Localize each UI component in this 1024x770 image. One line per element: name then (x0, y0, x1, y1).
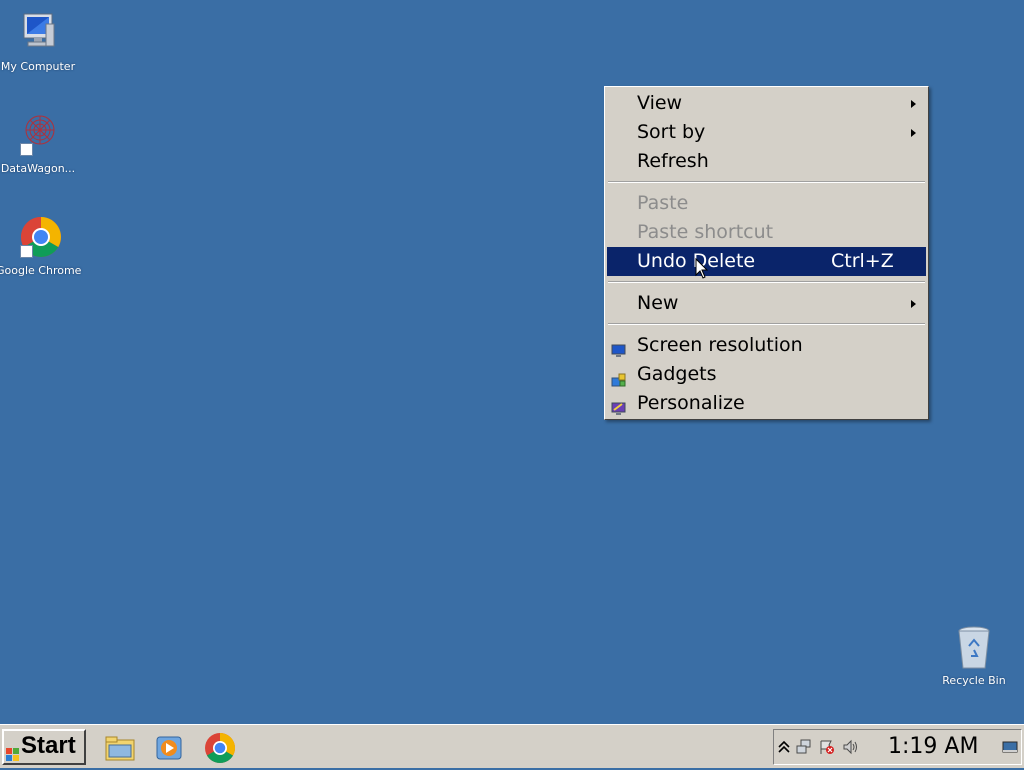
gadgets-icon (611, 367, 626, 387)
shortcut-arrow-icon (20, 143, 33, 156)
menu-item-label: Refresh (637, 150, 709, 172)
menu-item-personalize[interactable]: Personalize (607, 389, 926, 418)
menu-separator (608, 281, 925, 283)
media-player-icon[interactable] (153, 732, 185, 764)
menu-separator (608, 181, 925, 183)
desktop-icon-label: Google Chrome (0, 264, 82, 277)
desktop[interactable]: My Computer DataWagon... Google Chrome R… (0, 0, 1024, 724)
menu-item-label: New (637, 292, 679, 314)
personalize-icon (611, 396, 626, 415)
menu-item-label: Paste shortcut (637, 221, 774, 243)
menu-item-refresh[interactable]: Refresh (607, 147, 926, 176)
menu-item-label: View (637, 92, 683, 114)
volume-icon[interactable] (842, 739, 858, 755)
network-icon[interactable] (796, 739, 812, 755)
menu-item-label: Sort by (637, 121, 706, 143)
screen-resolution-icon (611, 338, 626, 357)
submenu-arrow-icon (911, 100, 916, 108)
taskbar-clock[interactable]: 1:19 AM (888, 730, 978, 764)
show-hidden-icons-chevron-icon[interactable] (776, 739, 792, 755)
windows-flag-icon (6, 740, 20, 761)
menu-item-paste[interactable]: Paste (607, 189, 926, 218)
chrome-icon (14, 214, 62, 262)
submenu-arrow-icon (911, 300, 916, 308)
submenu-arrow-icon (911, 129, 916, 137)
desktop-icon-google-chrome[interactable]: Google Chrome (0, 214, 82, 277)
desktop-icon-label: DataWagon... (0, 162, 76, 175)
menu-item-undo-delete[interactable]: Undo Delete Ctrl+Z (607, 247, 926, 276)
desktop-icon-recycle-bin[interactable]: Recycle Bin (932, 624, 1016, 687)
desktop-icon-label: Recycle Bin (942, 674, 1006, 687)
action-center-flag-icon[interactable] (819, 739, 835, 755)
file-explorer-icon[interactable] (104, 732, 136, 764)
desktop-icon-my-computer[interactable]: My Computer (0, 10, 80, 73)
desktop-icon-datawagon[interactable]: DataWagon... (0, 112, 80, 175)
system-tray: 1:19 AM (773, 729, 1022, 765)
shortcut-arrow-icon (20, 245, 33, 258)
desktop-context-menu: View Sort by Refresh Paste Paste shortcu… (604, 86, 929, 420)
menu-item-shortcut: Ctrl+Z (831, 250, 894, 272)
menu-item-gadgets[interactable]: Gadgets (607, 360, 926, 389)
chrome-icon[interactable] (204, 732, 236, 764)
menu-item-view[interactable]: View (607, 89, 926, 118)
menu-item-screen-resolution[interactable]: Screen resolution (607, 331, 926, 360)
show-desktop-icon[interactable] (1002, 739, 1018, 755)
datawagon-icon (14, 112, 62, 160)
menu-item-label: Personalize (637, 392, 745, 414)
start-button[interactable]: Start (2, 729, 86, 765)
mouse-cursor-icon (695, 257, 709, 280)
start-button-label: Start (21, 732, 76, 759)
menu-item-label: Paste (637, 192, 689, 214)
menu-item-new[interactable]: New (607, 289, 926, 318)
menu-item-sort-by[interactable]: Sort by (607, 118, 926, 147)
menu-item-paste-shortcut[interactable]: Paste shortcut (607, 218, 926, 247)
desktop-icon-label: My Computer (0, 60, 76, 73)
recycle-bin-icon (950, 624, 998, 672)
menu-separator (608, 323, 925, 325)
menu-item-label: Gadgets (637, 363, 717, 385)
taskbar: Start 1:19 AM (0, 724, 1024, 768)
my-computer-icon (14, 10, 62, 58)
menu-item-label: Screen resolution (637, 334, 803, 356)
